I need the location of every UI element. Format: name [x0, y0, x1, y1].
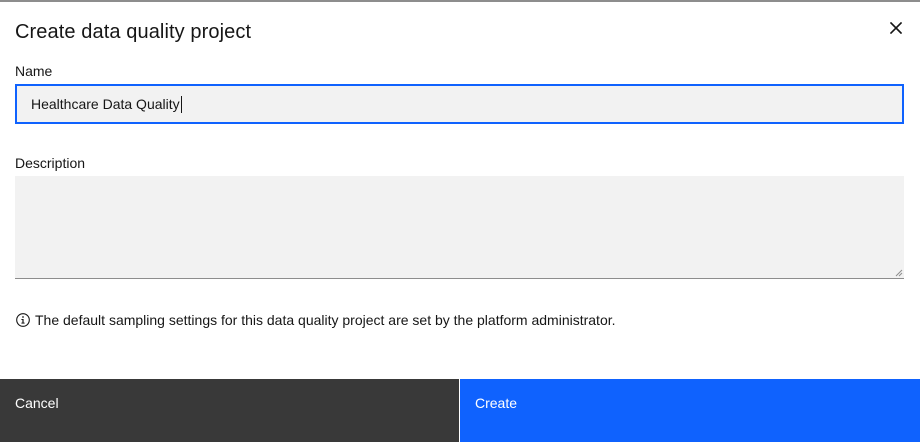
cancel-button[interactable]: Cancel: [0, 379, 459, 442]
info-icon: [15, 312, 31, 328]
resize-handle-icon[interactable]: [894, 268, 903, 277]
text-caret: [180, 95, 182, 113]
description-textarea[interactable]: [15, 176, 904, 279]
info-message: The default sampling settings for this d…: [15, 312, 616, 328]
description-label: Description: [15, 155, 86, 171]
modal-footer: Cancel Create: [0, 379, 920, 442]
create-project-modal: Create data quality project Name Healthc…: [0, 0, 920, 442]
close-button[interactable]: [884, 16, 908, 40]
create-button[interactable]: Create: [459, 379, 920, 442]
name-label: Name: [15, 63, 53, 79]
info-text: The default sampling settings for this d…: [35, 312, 616, 328]
close-icon: [890, 22, 902, 34]
name-input-value: Healthcare Data Quality: [31, 96, 180, 112]
name-input[interactable]: Healthcare Data Quality: [15, 84, 904, 124]
modal-title: Create data quality project: [15, 21, 252, 43]
